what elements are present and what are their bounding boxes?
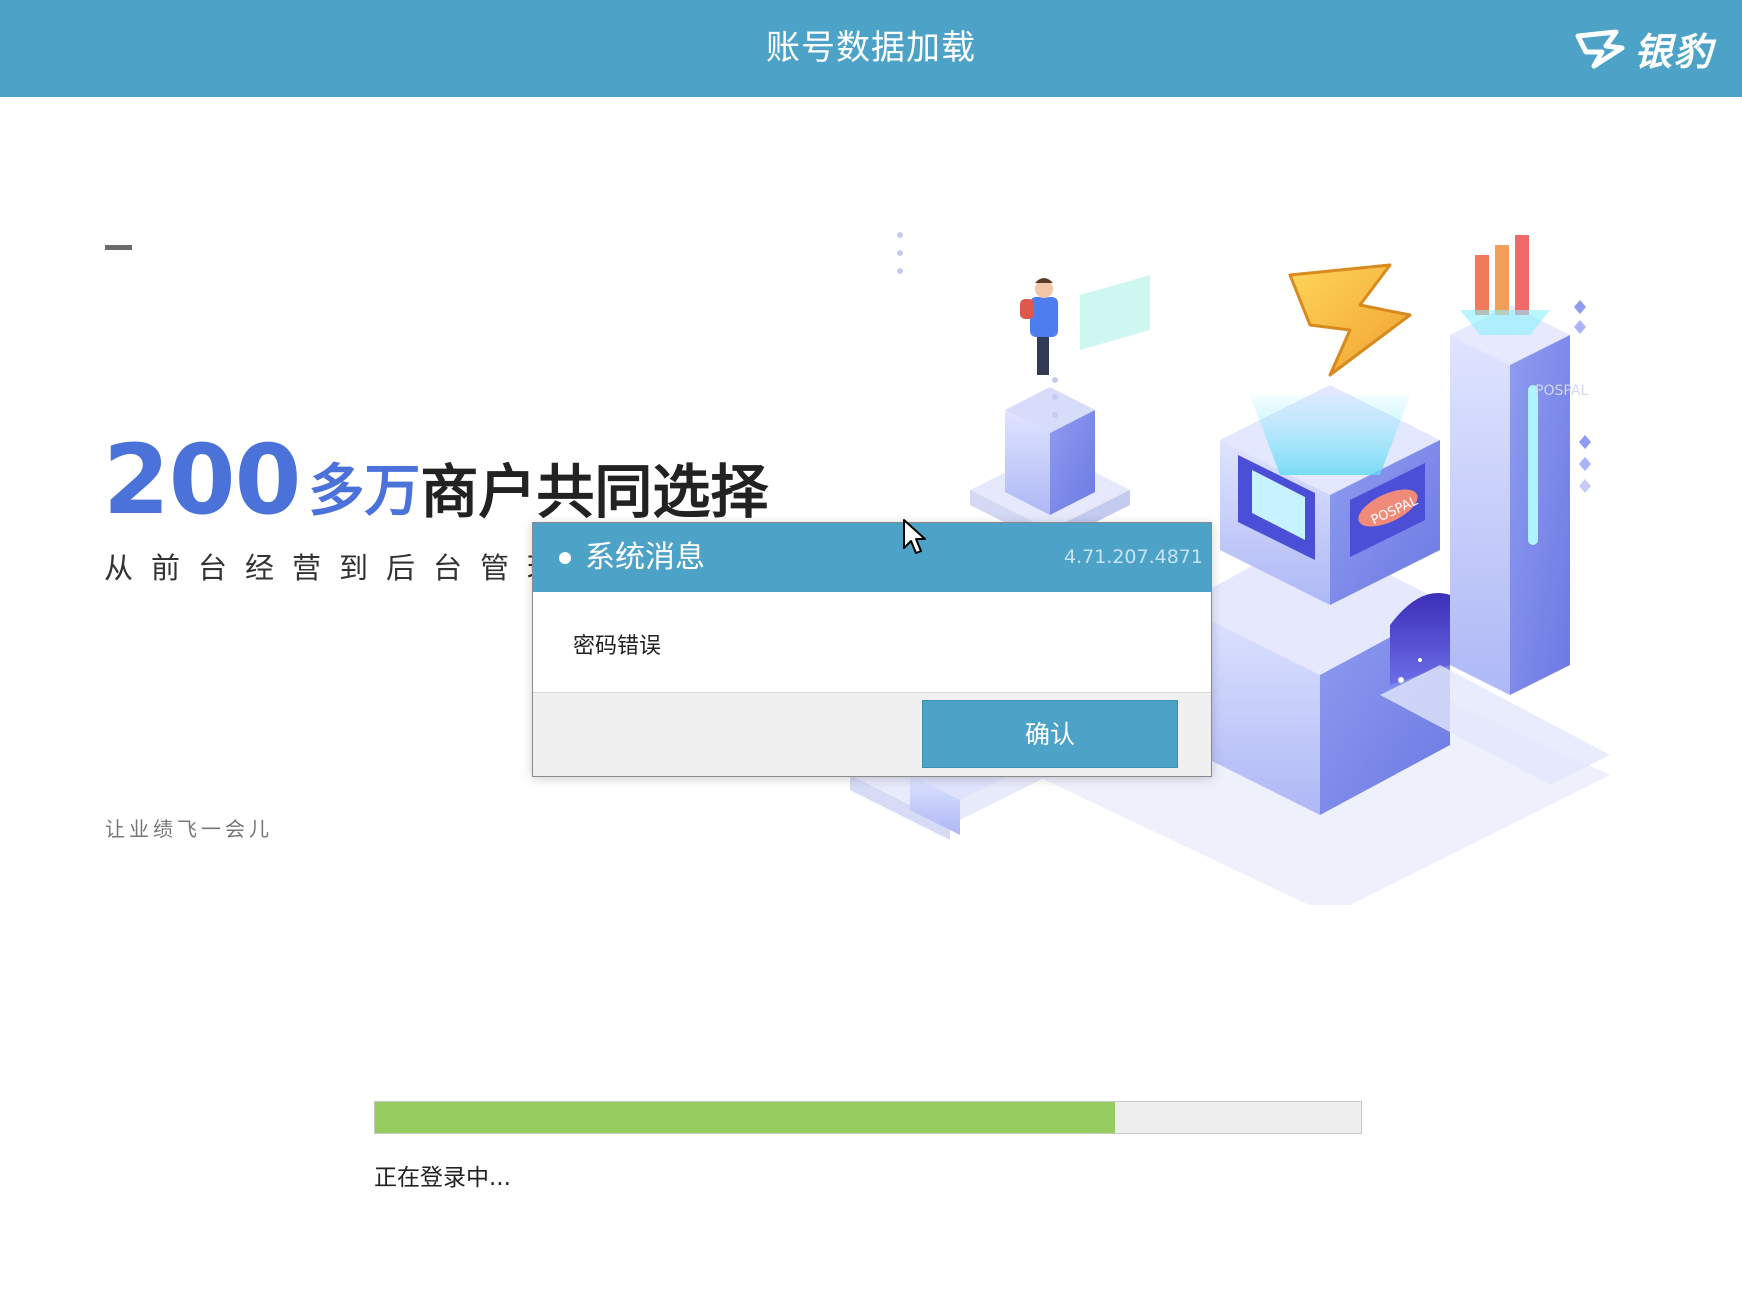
brand-name: 银豹 bbox=[1633, 29, 1714, 74]
error-message: 密码错误 bbox=[573, 634, 662, 659]
wall-text: POSPAL bbox=[1535, 383, 1588, 399]
subheadline: 从前台经营到后台管理 bbox=[104, 551, 575, 585]
dot-icon bbox=[559, 552, 571, 564]
accent-dash bbox=[105, 245, 132, 250]
dialog-title: 系统消息 bbox=[585, 540, 705, 575]
headline-unit: 多万 bbox=[308, 459, 421, 524]
headline-text: 商户共同选择 bbox=[420, 458, 769, 526]
login-status-text: 正在登录中... bbox=[374, 1165, 511, 1191]
confirm-button[interactable]: 确认 bbox=[922, 700, 1178, 768]
pospal-logo-icon bbox=[1575, 29, 1625, 69]
system-message-dialog: 系统消息 4.71.207.4871 密码错误 确认 bbox=[532, 522, 1212, 777]
headline: 200 多万 商户共同选择 bbox=[103, 430, 768, 530]
dialog-footer: 确认 bbox=[533, 692, 1211, 776]
mouse-cursor-icon bbox=[903, 519, 926, 554]
title-bar: 账号数据加载 银豹 bbox=[0, 0, 1742, 97]
progress-fill bbox=[375, 1102, 1115, 1133]
headline-number: 200 bbox=[103, 424, 301, 536]
app-version: 4.71.207.4871 bbox=[1063, 546, 1203, 568]
dialog-body: 密码错误 bbox=[533, 592, 1211, 692]
brand: 银豹 bbox=[1572, 22, 1714, 74]
window-title: 账号数据加载 bbox=[766, 28, 976, 68]
login-progress-bar bbox=[374, 1101, 1362, 1134]
dialog-header: 系统消息 4.71.207.4871 bbox=[533, 523, 1211, 592]
app-window: 账号数据加载 银豹 200 多万 商户共同选择 从前台经营到后台管理 让业绩飞一… bbox=[0, 0, 1742, 1304]
slogan: 让业绩飞一会儿 bbox=[105, 817, 273, 841]
